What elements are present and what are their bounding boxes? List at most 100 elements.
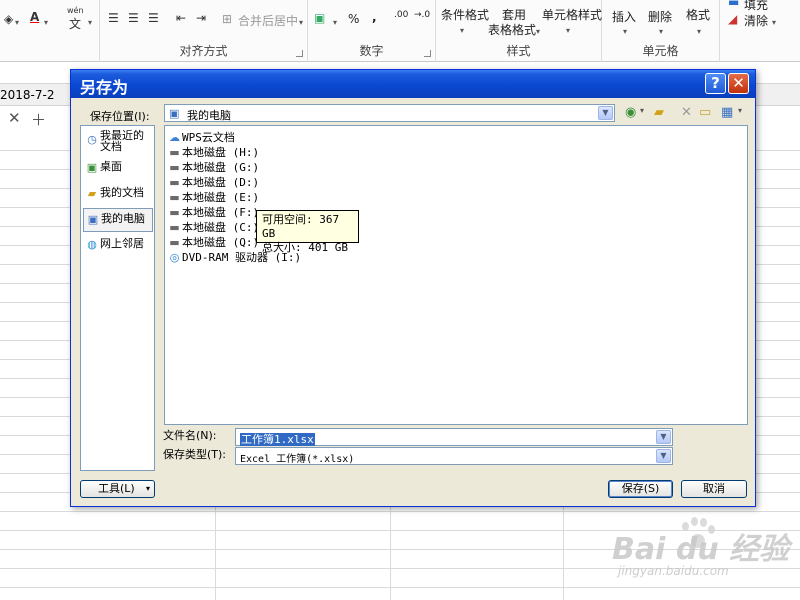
list-item-disk-c[interactable]: ▬ 本地磁盘 (C:) [167,219,259,234]
clear-dropdown-icon[interactable]: ▾ [772,14,776,28]
conditional-format-button[interactable]: 条件格式 [441,6,489,23]
eraser-icon[interactable]: ◢ [728,12,737,26]
save-in-select[interactable]: ▣ 我的电脑 ▼ [164,104,615,122]
currency-icon[interactable]: ▣ [314,11,325,25]
styles-group: 条件格式 ▾ 套用 表格格式 ▾ 单元格样式 ▾ 样式 [436,0,602,62]
cancel-button[interactable]: 取消 [681,480,747,498]
comma-button[interactable]: , [372,10,377,24]
my-computer-icon: ▣ [87,213,99,226]
delete-dropdown-icon[interactable]: ▾ [659,23,663,37]
cell-style-dropdown-icon[interactable]: ▾ [566,22,570,36]
place-network[interactable]: ◍ 网上邻居 [83,234,153,258]
up-folder-icon[interactable]: ▰ [654,105,664,120]
cell-style-button[interactable]: 单元格样式 [542,6,602,23]
merge-dropdown-icon[interactable]: ▾ [299,14,303,28]
conditional-format-dropdown-icon[interactable]: ▾ [460,22,464,36]
list-item-disk-h[interactable]: ▬ 本地磁盘 (H:) [167,144,259,159]
filename-dropdown-icon[interactable]: ▼ [656,430,671,444]
place-recent-documents[interactable]: ◷ 我最近的文档 [83,129,153,155]
font-color-icon[interactable]: A [30,10,39,24]
list-item-disk-d[interactable]: ▬ 本地磁盘 (D:) [167,174,259,189]
views-dropdown-icon[interactable]: ▾ [738,106,742,115]
filetype-value: Excel 工作簿(*.xlsx) [240,454,355,465]
disk-icon: ▬ [169,191,180,204]
alignment-launcher-icon[interactable] [296,50,303,57]
align-left-icon[interactable]: ☰ [108,11,119,25]
list-item-disk-g[interactable]: ▬ 本地磁盘 (G:) [167,159,259,174]
number-launcher-icon[interactable] [424,50,431,57]
merge-center-icon[interactable]: ⊞ [222,12,232,26]
close-tab-icon[interactable]: ✕ [8,109,21,127]
disk-icon: ▬ [169,206,180,219]
align-center-icon[interactable]: ☰ [128,11,139,25]
styles-group-label: 样式 [506,44,531,58]
watermark-url: jingyan.baidu.com [618,564,729,578]
tools-button[interactable]: 工具(L) ▾ [80,480,155,498]
list-item-wps-cloud[interactable]: ☁ WPS云文档 [167,129,235,144]
views-icon[interactable]: ▦ [721,105,733,120]
phonetic-guide-icon[interactable]: wén [67,6,84,15]
list-item-label: 本地磁盘 (D:) [182,176,260,189]
save-button[interactable]: 保存(S) [608,480,673,498]
place-label: 我最近的文档 [100,129,144,153]
place-my-computer[interactable]: ▣ 我的电脑 [83,208,153,232]
new-tab-icon[interactable]: ＋ [31,109,46,130]
fill-color-icon[interactable]: ◈ [4,12,13,26]
save-in-label: 保存位置(I): [90,110,150,123]
filetype-dropdown-icon[interactable]: ▼ [656,449,671,463]
filetype-select[interactable]: Excel 工作簿(*.xlsx) ▼ [235,447,673,465]
decrease-decimal-button[interactable]: →.0 [414,10,430,20]
list-item-disk-f[interactable]: ▬ 本地磁盘 (F:) [167,204,259,219]
merge-center-button[interactable]: 合并后居中 [238,12,298,29]
format-button[interactable]: 格式 [686,6,710,23]
disk-icon: ▬ [169,146,180,159]
place-desktop[interactable]: ▣ 桌面 [83,157,153,181]
network-icon: ◍ [87,238,97,251]
currency-dropdown-icon[interactable]: ▾ [333,14,337,28]
file-list[interactable]: ☁ WPS云文档 ▬ 本地磁盘 (H:) ▬ 本地磁盘 (G:) ▬ 本地磁盘 (D:)… [164,125,748,425]
new-folder-icon[interactable]: ▭ [699,105,711,120]
delete-icon[interactable]: ✕ [681,105,692,120]
back-icon[interactable]: ◉ [625,105,636,120]
list-item-disk-e[interactable]: ▬ 本地磁盘 (E:) [167,189,259,204]
filename-label: 文件名(N): [163,429,217,442]
cell-value-text: 2018-7-2 [0,88,55,102]
filename-input[interactable]: 工作簿1.xlsx ▼ [235,428,673,446]
clear-button[interactable]: 清除 [744,12,768,29]
decrease-indent-icon[interactable]: ⇤ [176,11,186,25]
align-right-icon[interactable]: ☰ [148,11,159,25]
ribbon: ◈ ▾ A ▾ wén 文 ▾ ☰ ☰ ☰ ⇤ ⇥ ⊞ 合并后居中 ▾ 对齐方式… [0,0,800,62]
increase-decimal-button[interactable]: .00 [394,10,408,20]
percent-button[interactable]: % [348,12,359,26]
increase-indent-icon[interactable]: ⇥ [196,11,206,25]
dialog-titlebar[interactable]: 另存为 ? ✕ [71,70,755,98]
fill-color-dropdown-icon[interactable]: ▾ [15,14,19,28]
dvd-icon: ◎ [169,251,180,264]
my-computer-icon: ▣ [169,107,180,120]
format-dropdown-icon[interactable]: ▾ [697,23,701,37]
disk-icon: ▬ [169,176,180,189]
table-format-dropdown-icon[interactable]: ▾ [536,23,540,37]
fill-icon[interactable]: ▬ [728,0,739,9]
save-in-dropdown-icon[interactable]: ▼ [598,106,613,120]
back-dropdown-icon[interactable]: ▾ [640,106,644,115]
font-color-dropdown-icon[interactable]: ▾ [44,14,48,28]
phonetic-dropdown-icon[interactable]: ▾ [88,14,92,28]
close-button[interactable]: ✕ [728,73,749,94]
recent-documents-icon: ◷ [87,133,97,146]
help-button[interactable]: ? [705,73,726,94]
disk-icon: ▬ [169,161,180,174]
places-bar: ◷ 我最近的文档 ▣ 桌面 ▰ 我的文档 ▣ 我的电脑 ◍ 网上邻居 [80,125,155,471]
cloud-icon: ☁ [169,131,180,144]
list-item-disk-q[interactable]: ▬ 本地磁盘 (Q:) [167,234,259,249]
free-space-text: 可用空间: 367 GB [262,213,340,240]
place-my-documents[interactable]: ▰ 我的文档 [83,183,153,207]
filename-value: 工作簿1.xlsx [240,433,315,446]
baidu-jingyan-watermark: Bai du 经验 jingyan.baidu.com [612,512,792,592]
insert-dropdown-icon[interactable]: ▾ [623,23,627,37]
list-item-label: 本地磁盘 (G:) [182,161,260,174]
list-item-label: 本地磁盘 (C:) [182,221,260,234]
table-format-label-2: 表格格式 [488,23,537,37]
number-group: ▣ ▾ % , .00 →.0 数字 [308,0,436,62]
disk-icon: ▬ [169,236,180,249]
